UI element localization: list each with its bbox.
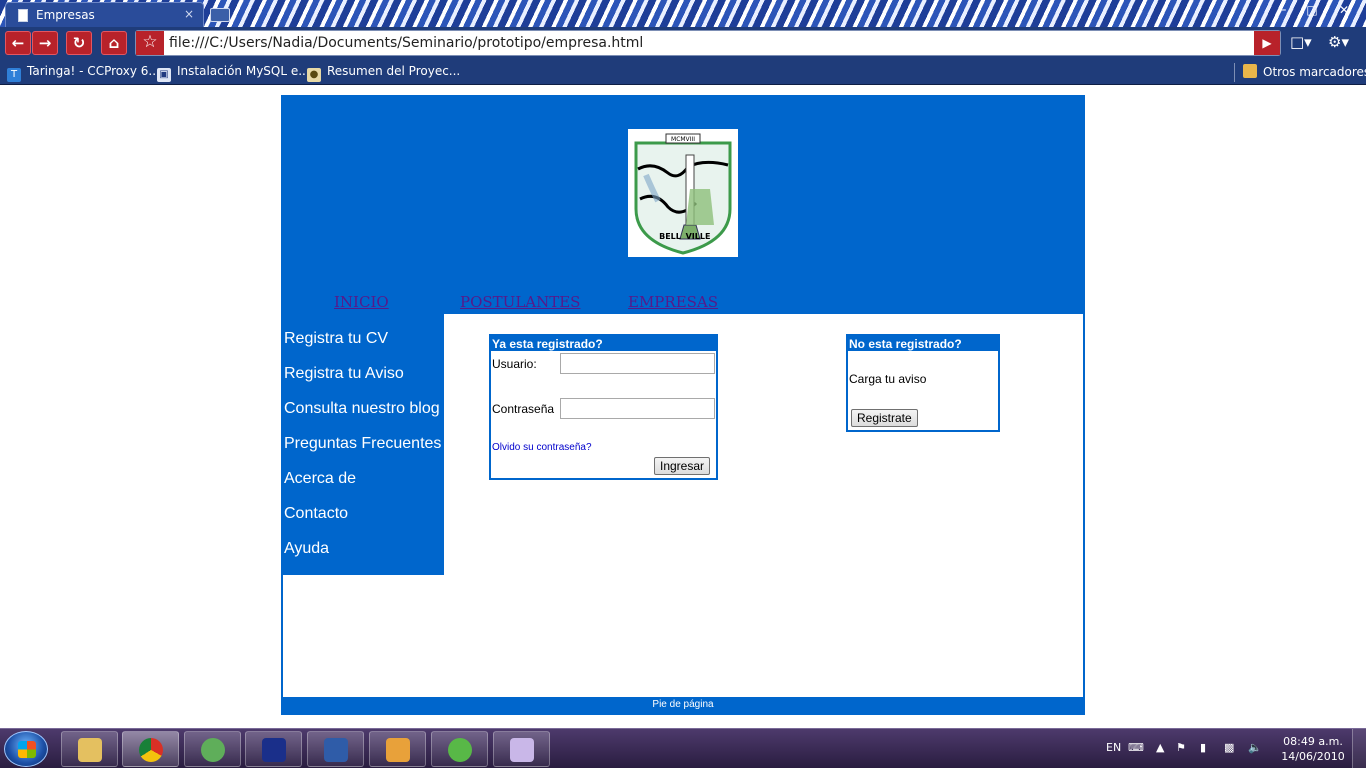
bookmark-label: Resumen del Proyec...	[327, 64, 461, 78]
keyboard-icon[interactable]: ⌨	[1128, 741, 1144, 754]
username-label: Usuario:	[492, 357, 537, 371]
taskbar-uml[interactable]	[245, 731, 302, 767]
bookmark-label: Instalación MySQL e...	[177, 64, 310, 78]
minimize-icon[interactable]: ─	[1268, 1, 1296, 19]
taskbar-winamp[interactable]	[369, 731, 426, 767]
bookmark-resumen[interactable]: ● Resumen del Proyec...	[307, 64, 461, 82]
register-title: No esta registrado?	[848, 336, 998, 351]
system-tray: EN ⌨ ▲ ⚑ ▮ ▩ 🔈	[1100, 729, 1300, 769]
bookmark-star-icon[interactable]: ☆	[136, 31, 164, 55]
messenger-icon	[201, 738, 225, 762]
word-icon	[324, 738, 348, 762]
url-text[interactable]: file:///C:/Users/Nadia/Documents/Seminar…	[169, 35, 643, 51]
nav-empresas[interactable]: EMPRESAS	[628, 293, 718, 311]
taskbar-word[interactable]	[307, 731, 364, 767]
window-controls: ─ □ ✕	[1268, 1, 1362, 19]
chrome-icon	[139, 738, 163, 762]
taskbar-chrome[interactable]	[122, 731, 179, 767]
start-button[interactable]	[4, 731, 48, 767]
site-icon: ●	[307, 68, 321, 82]
clock-time: 08:49 a.m.	[1283, 735, 1343, 748]
close-window-icon[interactable]: ✕	[1328, 1, 1360, 19]
taringa-icon: T	[7, 68, 21, 82]
reload-icon[interactable]: ↻	[66, 31, 92, 55]
tab-close-icon[interactable]: ×	[184, 7, 194, 21]
new-tab-button[interactable]	[210, 8, 230, 22]
sidebar-item-ayuda[interactable]: Ayuda	[284, 540, 329, 558]
sidebar-item-registra-aviso[interactable]: Registra tu Aviso	[284, 365, 404, 383]
document-icon	[18, 9, 28, 22]
register-box: No esta registrado? Carga tu aviso Regis…	[846, 334, 1000, 432]
page-viewport: MCMVIII BELL VILLE INICIO POSTULANTES EM…	[0, 86, 1366, 728]
username-input[interactable]	[560, 353, 715, 374]
forgot-password-link[interactable]: Olvido su contraseña?	[492, 442, 592, 453]
nav-inicio[interactable]: INICIO	[334, 293, 389, 311]
tab-empresas[interactable]: Empresas ×	[5, 2, 204, 27]
logo-text-right: VILLE	[686, 232, 711, 241]
register-text: Carga tu aviso	[849, 372, 927, 386]
bookmarks-separator	[1234, 63, 1235, 82]
sidebar-item-faq[interactable]: Preguntas Frecuentes	[284, 435, 441, 453]
uml-icon	[262, 738, 286, 762]
page-header: MCMVIII BELL VILLE INICIO POSTULANTES EM…	[283, 97, 1083, 314]
paint-icon	[510, 738, 534, 762]
other-bookmarks[interactable]: Otros marcadores	[1243, 64, 1366, 81]
folder-icon	[1243, 64, 1257, 78]
wrench-icon[interactable]: ⚙▾	[1328, 33, 1349, 51]
taskbar-paint[interactable]	[493, 731, 550, 767]
windows-logo-icon	[18, 741, 36, 758]
show-hidden-icons-icon[interactable]: ▲	[1156, 741, 1164, 754]
page-icon: ▣	[157, 68, 171, 82]
bookmark-taringa[interactable]: T Taringa! - CCProxy 6...	[7, 64, 160, 82]
taskbar-dreamweaver[interactable]	[431, 731, 488, 767]
logo-text-left: BELL	[659, 232, 681, 241]
sidebar-item-registra-cv[interactable]: Registra tu CV	[284, 330, 388, 348]
flag-icon[interactable]: ⚑	[1176, 741, 1186, 754]
login-box: Ya esta registrado? Usuario: Contraseña …	[489, 334, 718, 480]
volume-icon[interactable]: 🔈	[1248, 741, 1262, 754]
sidebar-item-blog[interactable]: Consulta nuestro blog	[284, 400, 440, 418]
home-icon[interactable]: ⌂	[101, 31, 127, 55]
device-icon[interactable]: ▮	[1200, 741, 1206, 754]
network-icon[interactable]: ▩	[1224, 741, 1234, 754]
taskbar: EN ⌨ ▲ ⚑ ▮ ▩ 🔈 08:49 a.m. 14/06/2010	[0, 728, 1366, 769]
bookmarks-bar: T Taringa! - CCProxy 6... ▣ Instalación My…	[0, 60, 1366, 85]
go-arrow-icon[interactable]: ▶	[1254, 31, 1280, 55]
page-container: MCMVIII BELL VILLE INICIO POSTULANTES EM…	[281, 95, 1085, 715]
bookmark-mysql[interactable]: ▣ Instalación MySQL e...	[157, 64, 310, 82]
nav-postulantes[interactable]: POSTULANTES	[460, 293, 580, 311]
page-menu-icon[interactable]: □▾	[1290, 33, 1312, 51]
browser-toolbar: ← → ↻ ⌂ ☆ file:///C:/Users/Nadia/Documen…	[0, 27, 1366, 60]
explorer-icon	[78, 738, 102, 762]
dreamweaver-icon	[448, 738, 472, 762]
tab-title: Empresas	[36, 8, 95, 22]
ingresar-button[interactable]: Ingresar	[654, 457, 711, 475]
sidebar-item-acerca[interactable]: Acerca de	[284, 470, 356, 488]
bookmark-label: Taringa! - CCProxy 6...	[27, 64, 160, 78]
page-footer: Pie de página	[283, 697, 1083, 713]
clock[interactable]: 08:49 a.m. 14/06/2010	[1278, 734, 1348, 764]
bell-ville-logo: MCMVIII BELL VILLE	[628, 129, 738, 257]
logo-motto: MCMVIII	[671, 136, 695, 143]
password-label: Contraseña	[492, 402, 555, 416]
winamp-icon	[386, 738, 410, 762]
back-arrow-icon[interactable]: ←	[5, 31, 31, 55]
address-bar[interactable]: ☆ file:///C:/Users/Nadia/Documents/Semin…	[135, 30, 1281, 56]
password-input[interactable]	[560, 398, 715, 419]
language-indicator[interactable]: EN	[1106, 741, 1121, 754]
registrate-button[interactable]: Registrate	[851, 409, 918, 427]
taskbar-messenger[interactable]	[184, 731, 241, 767]
tab-strip: Empresas × ─ □ ✕	[0, 0, 1366, 27]
other-bookmarks-label: Otros marcadores	[1263, 65, 1366, 79]
sidebar: Registra tu CV Registra tu Aviso Consult…	[283, 314, 444, 575]
clock-date: 14/06/2010	[1281, 750, 1345, 763]
taskbar-explorer[interactable]	[61, 731, 118, 767]
show-desktop-button[interactable]	[1352, 729, 1366, 769]
login-title: Ya esta registrado?	[491, 336, 716, 351]
maximize-icon[interactable]: □	[1298, 1, 1326, 19]
sidebar-item-contacto[interactable]: Contacto	[284, 505, 348, 523]
forward-arrow-icon[interactable]: →	[32, 31, 58, 55]
